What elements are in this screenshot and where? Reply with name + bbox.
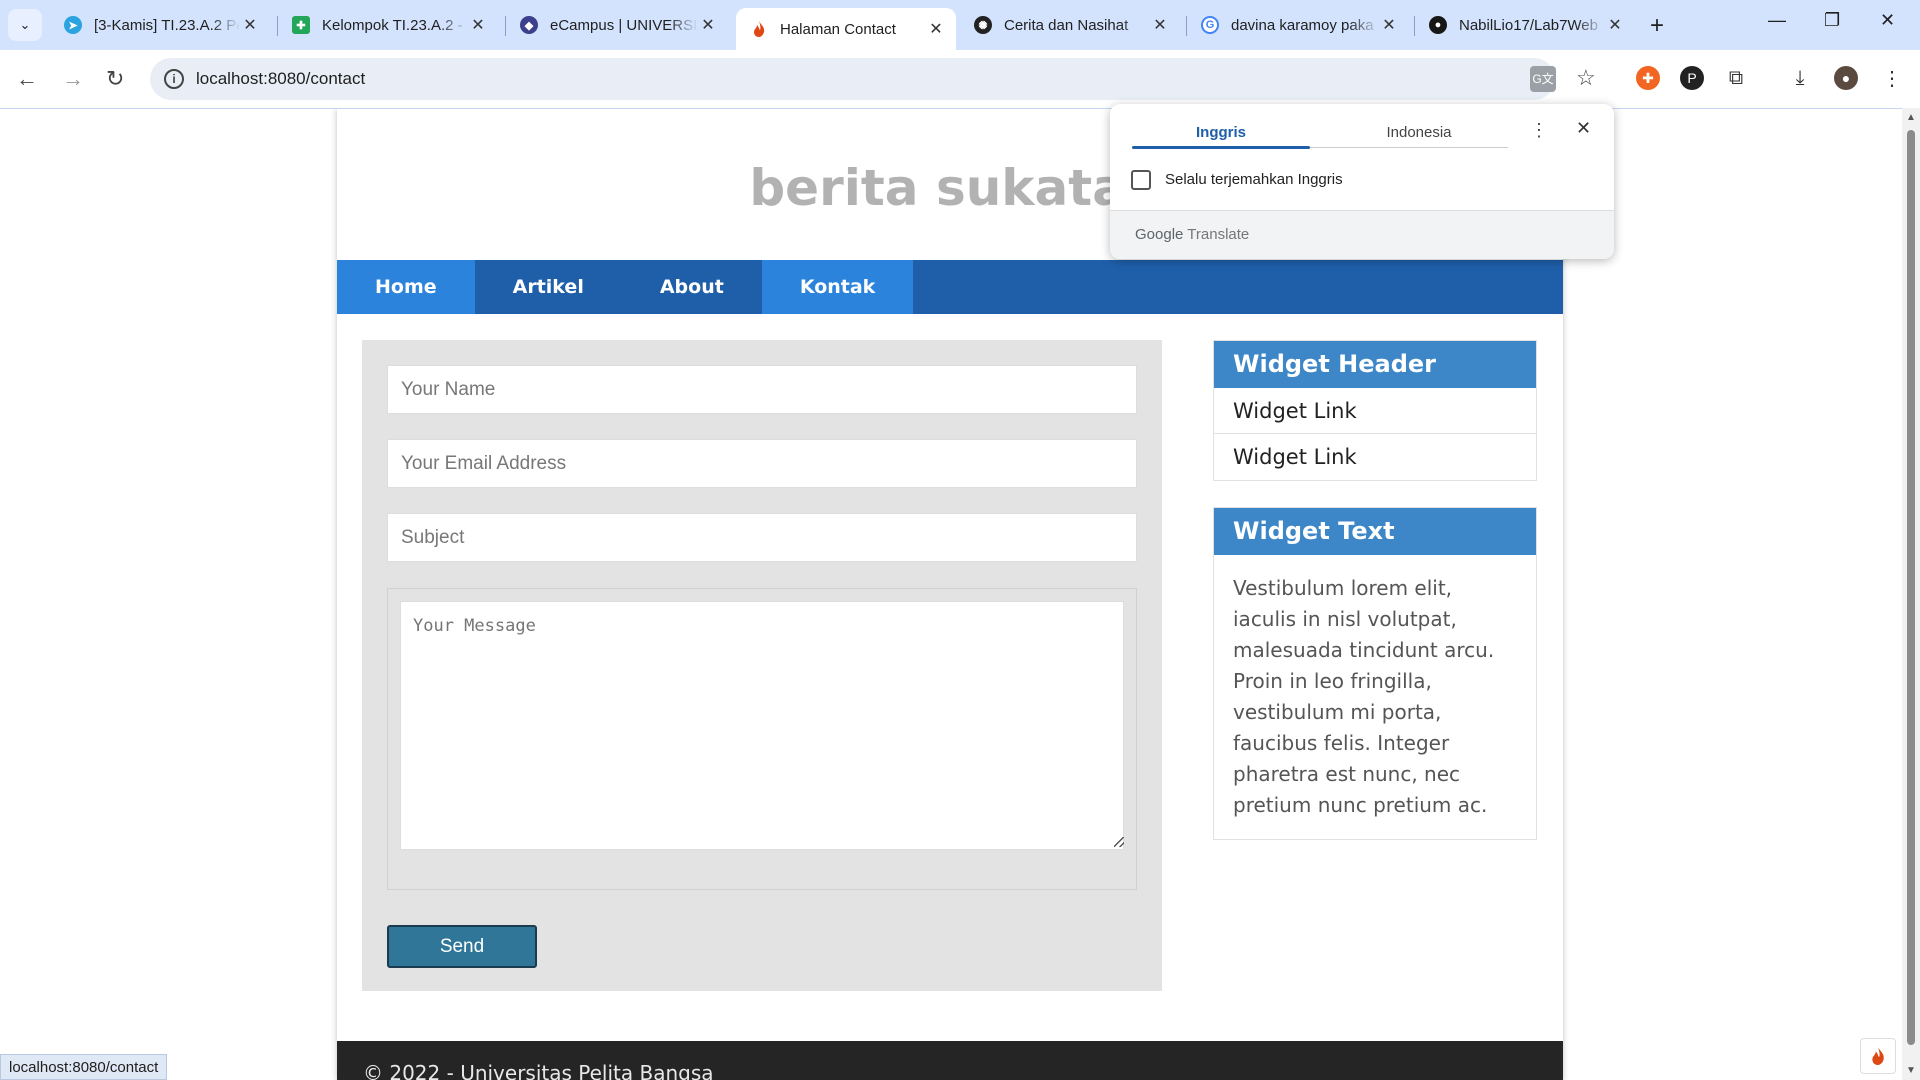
send-button[interactable]: Send [387,925,537,968]
browser-tab[interactable]: ✺ Cerita dan Nasihat ✕ [960,8,1180,42]
active-tab-underline [1132,146,1310,149]
email-input[interactable]: Your Email Address [387,439,1137,488]
nav-artikel[interactable]: Artikel [475,260,622,314]
scroll-up-icon[interactable]: ▲ [1906,112,1916,123]
download-icon[interactable]: ⤓ [1788,66,1812,90]
chevron-down-icon: ⌄ [19,17,31,32]
scroll-thumb[interactable] [1907,130,1915,1045]
browser-tab[interactable]: ✚ Kelompok TI.23.A.2 - ✕ [278,8,498,42]
new-tab-icon[interactable]: + [1650,12,1664,40]
close-tab-icon[interactable]: ✕ [926,19,946,39]
tab-search-button[interactable]: ⌄ [8,9,42,41]
close-window-icon[interactable]: ✕ [1880,10,1895,31]
widget-text-body: Vestibulum lorem elit, iaculis in nisl v… [1233,576,1495,817]
translate-footer: Google Translate [1110,210,1614,259]
page-scrollbar[interactable]: ▲ ▼ [1902,108,1920,1080]
close-tab-icon[interactable]: ✕ [468,15,488,35]
tab-target-language[interactable]: Indonesia [1330,124,1508,141]
browser-tab-active[interactable]: Halaman Contact ✕ [736,8,956,50]
widget-link[interactable]: Widget Link [1214,434,1536,480]
nav-kontak[interactable]: Kontak [761,260,914,314]
google-icon: G [1201,16,1219,34]
minimize-icon[interactable]: — [1768,10,1786,31]
close-tab-icon[interactable]: ✕ [698,15,718,35]
codeigniter-debug-icon[interactable] [1860,1038,1896,1074]
extension-p-icon[interactable]: P [1680,66,1704,90]
language-tabs: Inggris Indonesia [1132,116,1508,149]
nav-about[interactable]: About [622,260,762,314]
widget-link[interactable]: Widget Link [1214,388,1536,434]
translate-icon[interactable]: G文 [1530,66,1556,92]
widget-text-header: Widget Text [1214,508,1536,555]
back-arrow-icon[interactable]: ← [16,66,38,92]
always-translate-checkbox[interactable] [1131,170,1151,190]
puzzle-extensions-icon[interactable]: ⧉ [1724,66,1748,90]
contact-form: Your Name Your Email Address Subject Sen… [362,340,1162,991]
reload-icon[interactable]: ↻ [106,66,124,92]
close-tab-icon[interactable]: ✕ [1605,15,1625,35]
menu-kebab-icon[interactable]: ⋮ [1880,66,1904,90]
message-fieldset [387,588,1137,890]
close-tab-icon[interactable]: ✕ [240,15,260,35]
browser-tab[interactable]: ➤ [3-Kamis] TI.23.A.2 Pe ✕ [50,8,270,42]
profile-avatar[interactable]: ● [1834,66,1858,90]
bookmark-star-icon[interactable]: ☆ [1576,65,1596,91]
status-bar-url: localhost:8080/contact [0,1054,168,1080]
subject-input[interactable]: Subject [387,513,1137,562]
extension-icon[interactable]: ✚ [1636,66,1660,90]
browser-tab[interactable]: ● NabilLio17/Lab7Web ✕ [1415,8,1635,42]
sheets-icon: ✚ [292,16,310,34]
site-footer: © 2022 - Universitas Pelita Bangsa [337,1041,1563,1080]
site-info-icon[interactable]: i [164,69,184,89]
close-tab-icon[interactable]: ✕ [1150,15,1170,35]
browser-tab[interactable]: G davina karamoy paka ✕ [1187,8,1409,42]
widget-links: Widget Header Widget Link Widget Link [1213,340,1537,481]
always-translate-label[interactable]: Selalu terjemahkan Inggris [1165,171,1343,188]
tab-strip: ⌄ ➤ [3-Kamis] TI.23.A.2 Pe ✕ ✚ Kelompok … [0,0,1920,50]
main-nav: Home Artikel About Kontak [337,260,1563,314]
widget-text: Widget Text Vestibulum lorem elit, iacul… [1213,507,1537,840]
more-options-icon[interactable]: ⋮ [1530,120,1548,141]
close-icon[interactable]: ✕ [1576,118,1591,139]
telegram-icon: ➤ [64,16,82,34]
resize-handle-icon[interactable] [1114,837,1124,847]
translate-popup: Inggris Indonesia ⋮ ✕ Selalu terjemahkan… [1110,104,1614,259]
restore-icon[interactable]: ❐ [1824,10,1840,31]
campus-icon: ◆ [520,16,538,34]
name-input[interactable]: Your Name [387,365,1137,414]
forward-arrow-icon[interactable]: → [62,66,84,92]
browser-toolbar: ← → ↻ i localhost:8080/contact G文 ☆ ✚ P … [0,50,1920,108]
nav-home[interactable]: Home [337,260,475,314]
chatgpt-icon: ✺ [974,16,992,34]
url-text[interactable]: localhost:8080/contact [196,69,365,89]
scroll-down-icon[interactable]: ▼ [1906,1065,1916,1076]
browser-tab[interactable]: ◆ eCampus | UNIVERSI ✕ [506,8,728,42]
google-translate-logo: Google Translate [1135,226,1250,243]
github-icon: ● [1429,16,1447,34]
address-bar[interactable]: i localhost:8080/contact G文 ☆ [150,58,1596,100]
close-tab-icon[interactable]: ✕ [1379,15,1399,35]
tab-source-language[interactable]: Inggris [1132,124,1310,141]
codeigniter-icon [750,20,768,38]
message-textarea[interactable] [400,601,1124,850]
widget-header: Widget Header [1214,341,1536,388]
page-viewport: berita sukatar Home Artikel About Kontak… [0,108,1902,1080]
